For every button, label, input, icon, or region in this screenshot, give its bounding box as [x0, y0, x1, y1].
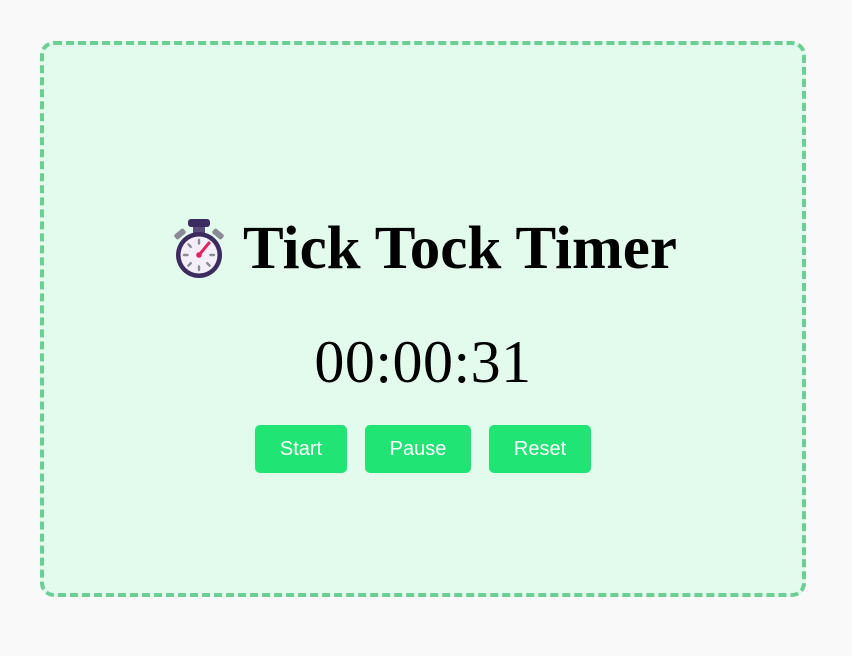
page-title: Tick Tock Timer: [44, 217, 802, 281]
app-title: Tick Tock Timer: [243, 215, 677, 282]
timer-controls: Start Pause Reset: [44, 425, 802, 473]
reset-button[interactable]: Reset: [489, 425, 591, 473]
start-button[interactable]: Start: [255, 425, 347, 473]
timer-display: 00:00:31: [314, 329, 532, 395]
timer-card: Tick Tock Timer 00:00:31 Start Pause Res…: [40, 41, 806, 597]
stopwatch-icon: [174, 219, 224, 278]
pause-button[interactable]: Pause: [365, 425, 471, 473]
